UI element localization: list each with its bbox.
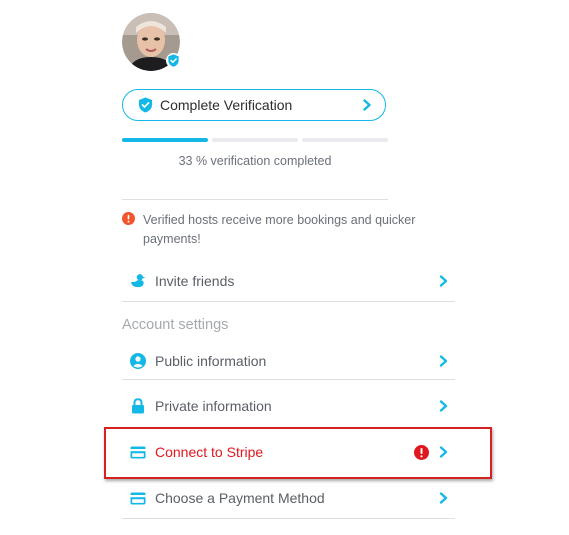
public-information-label: Public information <box>155 353 267 369</box>
verified-badge-icon <box>166 53 181 68</box>
duck-icon <box>130 273 146 289</box>
shield-check-icon <box>138 97 153 113</box>
payment-method-label: Choose a Payment Method <box>155 490 325 506</box>
verification-progress-bar <box>122 138 388 142</box>
chevron-right-icon <box>439 355 448 367</box>
lock-icon <box>130 398 146 414</box>
public-information-item[interactable]: Public information <box>122 342 455 380</box>
highlight-box <box>104 427 492 479</box>
warning-text: Verified hosts receive more bookings and… <box>143 213 416 246</box>
divider <box>122 301 455 302</box>
progress-segment <box>212 138 298 142</box>
exclamation-circle-icon <box>122 212 135 225</box>
user-circle-icon <box>130 353 146 369</box>
divider <box>122 199 388 200</box>
progress-segment <box>122 138 208 142</box>
divider <box>122 379 455 380</box>
verification-warning: Verified hosts receive more bookings and… <box>122 211 462 249</box>
credit-card-icon <box>130 490 146 506</box>
chevron-right-icon <box>363 99 371 111</box>
chevron-right-icon <box>439 400 448 412</box>
divider <box>122 518 455 519</box>
progress-segment <box>302 138 388 142</box>
profile-avatar[interactable] <box>122 13 181 71</box>
invite-friends-label: Invite friends <box>155 273 235 289</box>
account-settings-heading: Account settings <box>122 317 229 333</box>
invite-friends-item[interactable]: Invite friends <box>122 262 455 300</box>
chevron-right-icon <box>439 275 448 287</box>
private-information-item[interactable]: Private information <box>122 387 455 425</box>
private-information-label: Private information <box>155 398 272 414</box>
complete-verification-label: Complete Verification <box>160 97 293 113</box>
verification-progress-text: 33 % verification completed <box>178 154 332 168</box>
payment-method-item[interactable]: Choose a Payment Method <box>122 479 455 517</box>
chevron-right-icon <box>439 492 448 504</box>
complete-verification-button[interactable]: Complete Verification <box>122 89 386 121</box>
